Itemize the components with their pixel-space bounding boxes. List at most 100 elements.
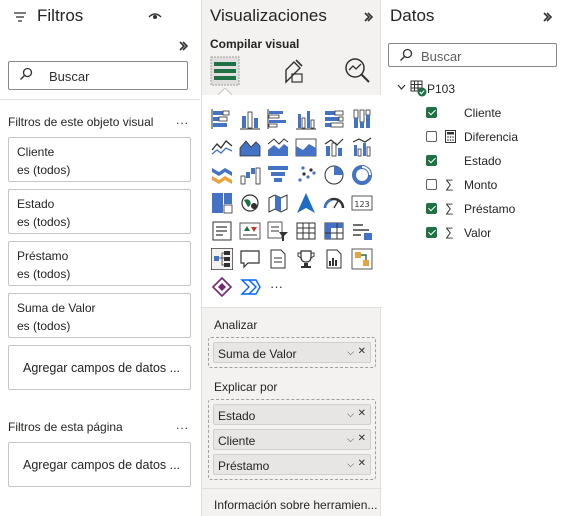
remove-field-icon[interactable]: ✕ (358, 408, 366, 419)
remove-field-icon[interactable]: ✕ (358, 433, 366, 444)
field-item-estado[interactable]: Estado (426, 154, 556, 172)
decomposition-tree-icon[interactable] (211, 248, 233, 270)
table-icon[interactable] (295, 220, 317, 242)
donut-chart-icon[interactable] (351, 164, 373, 186)
data-title: Datos (390, 6, 435, 25)
filter-card-estado[interactable]: Estado es (todos) (8, 189, 191, 234)
area-chart-icon[interactable] (239, 136, 261, 158)
collapse-data-icon[interactable] (542, 12, 552, 22)
goals-trophy-icon[interactable] (295, 248, 317, 270)
build-visual-icon (210, 56, 240, 86)
chevron-down-icon[interactable]: ⌵ (347, 409, 354, 420)
field-checkbox[interactable] (426, 179, 437, 190)
field-chip[interactable]: Cliente ⌵ ✕ (213, 429, 371, 450)
filter-card-value: es (todos) (17, 267, 71, 281)
add-visual-fields-dropzone[interactable]: Agregar campos de datos ... (8, 345, 191, 390)
filter-card-value: es (todos) (17, 163, 71, 177)
field-item-prestamo[interactable]: ∑ Préstamo (426, 201, 556, 220)
field-chip-label: Cliente (218, 434, 256, 448)
clustered-column-chart-icon[interactable] (295, 108, 317, 130)
line-and-stacked-column-chart-icon[interactable] (323, 136, 345, 158)
map-icon[interactable] (239, 192, 261, 214)
table-name[interactable]: P103 (427, 82, 455, 96)
treemap-icon[interactable] (211, 192, 233, 214)
visualizations-title: Visualizaciones (210, 6, 327, 25)
qa-visual-icon[interactable] (239, 248, 261, 270)
line-and-clustered-column-chart-icon[interactable] (351, 136, 373, 158)
multi-row-card-icon[interactable] (211, 220, 233, 242)
stacked-bar-chart-icon[interactable] (211, 108, 233, 130)
field-item-valor[interactable]: ∑ Valor (426, 225, 556, 244)
collapse-visualizations-icon[interactable] (363, 12, 373, 22)
filled-map-icon[interactable] (267, 192, 289, 214)
pie-chart-icon[interactable] (323, 164, 345, 186)
field-item-monto[interactable]: ∑ Monto (426, 177, 556, 196)
r-script-visual-icon[interactable] (351, 220, 373, 242)
100-stacked-area-chart-icon[interactable] (295, 136, 317, 158)
100-stacked-column-chart-icon[interactable] (351, 108, 373, 130)
slicer-icon[interactable] (267, 220, 289, 242)
chevron-down-icon[interactable]: ⌵ (347, 347, 354, 358)
clustered-bar-chart-icon[interactable] (267, 108, 289, 130)
field-checkbox[interactable] (426, 203, 437, 214)
power-automate-chevron-icon[interactable] (239, 276, 261, 298)
filter-card-name: Suma de Valor (17, 301, 96, 315)
stacked-area-chart-icon[interactable] (267, 136, 289, 158)
funnel-chart-icon[interactable] (267, 164, 289, 186)
collapse-filters-icon[interactable] (178, 41, 188, 51)
sigma-icon: ∑ (445, 177, 454, 191)
chevron-down-icon[interactable] (397, 84, 406, 91)
gauge-icon[interactable] (323, 192, 345, 214)
analyze-well[interactable]: Suma de Valor ⌵ ✕ (208, 337, 376, 368)
line-chart-icon[interactable] (211, 136, 233, 158)
filter-card-cliente[interactable]: Cliente es (todos) (8, 137, 191, 182)
field-chip[interactable]: Estado ⌵ ✕ (213, 404, 371, 425)
power-automate-icon[interactable] (351, 248, 373, 270)
power-apps-diamond-icon[interactable] (211, 276, 233, 298)
page-filters-more-button[interactable]: ... (176, 418, 189, 432)
data-pane: Datos Buscar P103 Cliente Diferencia Est… (382, 0, 562, 516)
field-chip[interactable]: Suma de Valor ⌵ ✕ (213, 342, 371, 363)
filter-card-value: es (todos) (17, 319, 71, 333)
filter-card-name: Estado (17, 197, 55, 211)
paginated-report-icon[interactable] (267, 248, 289, 270)
card-icon[interactable]: 123 (351, 192, 373, 214)
format-visual-tab[interactable] (278, 56, 308, 86)
azure-map-icon[interactable] (295, 192, 317, 214)
field-checkbox[interactable] (426, 227, 437, 238)
chevron-down-icon[interactable]: ⌵ (347, 434, 354, 445)
scatter-chart-icon[interactable] (295, 164, 317, 186)
add-page-fields-dropzone[interactable]: Agregar campos de datos ... (8, 442, 191, 487)
waterfall-chart-icon[interactable] (239, 164, 261, 186)
kpi-icon[interactable] (239, 220, 261, 242)
data-search-input[interactable]: Buscar (388, 43, 557, 67)
chevron-down-icon[interactable]: ⌵ (347, 459, 354, 470)
remove-field-icon[interactable]: ✕ (358, 458, 366, 469)
ribbon-chart-icon[interactable] (211, 164, 233, 186)
filters-search-input[interactable]: Buscar (8, 61, 188, 90)
stacked-column-chart-icon[interactable] (239, 108, 261, 130)
filter-lines-icon[interactable] (13, 11, 27, 23)
more-visuals-button[interactable]: ··· (270, 279, 283, 294)
filter-card-suma-de-valor[interactable]: Suma de Valor es (todos) (8, 293, 191, 338)
remove-field-icon[interactable]: ✕ (358, 346, 366, 357)
visual-filters-more-button[interactable]: ... (176, 113, 189, 127)
field-checkbox[interactable] (426, 107, 437, 118)
matrix-icon[interactable] (323, 220, 345, 242)
filter-card-prestamo[interactable]: Préstamo es (todos) (8, 241, 191, 286)
field-item-cliente[interactable]: Cliente (426, 106, 556, 124)
paintbrush-icon (285, 59, 303, 84)
build-visual-tab[interactable] (210, 56, 240, 86)
filter-card-name: Préstamo (17, 249, 69, 263)
eye-icon[interactable] (148, 12, 162, 22)
field-checkbox[interactable] (426, 155, 437, 166)
field-item-diferencia[interactable]: Diferencia (426, 130, 556, 148)
explain-by-well[interactable]: Estado ⌵ ✕ Cliente ⌵ ✕ Préstamo ⌵ ✕ (208, 399, 376, 480)
100-stacked-bar-chart-icon[interactable] (323, 108, 345, 130)
field-chip[interactable]: Préstamo ⌵ ✕ (213, 454, 371, 475)
field-chip-label: Suma de Valor (218, 347, 297, 361)
build-visual-label: Compilar visual (210, 37, 300, 51)
analytics-tab[interactable] (342, 56, 372, 86)
power-apps-icon[interactable] (323, 248, 345, 270)
field-checkbox[interactable] (426, 131, 437, 142)
